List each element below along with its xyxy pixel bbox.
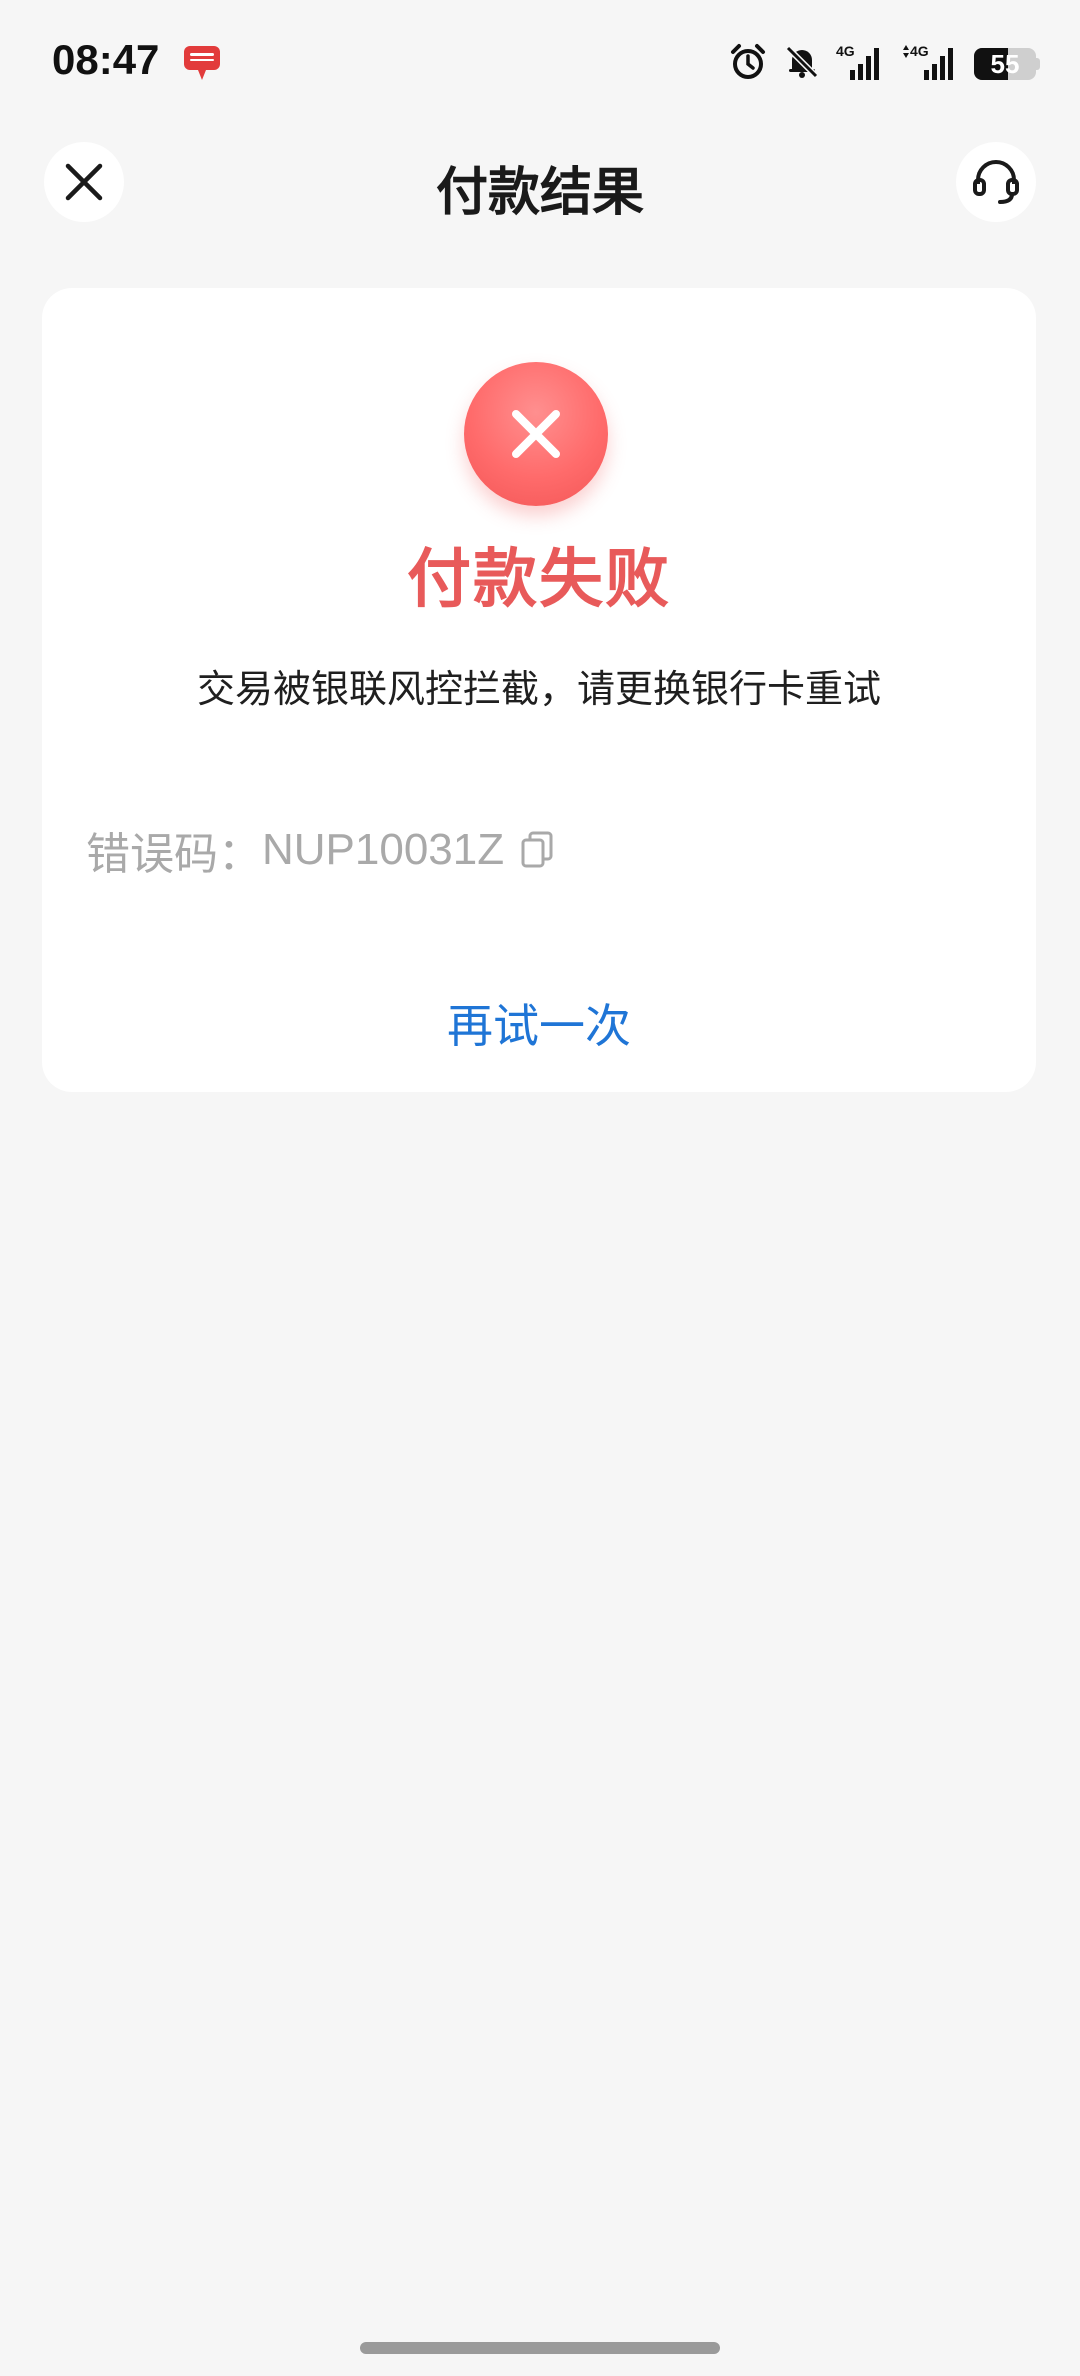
error-code-value: NUP10031Z xyxy=(262,825,505,874)
result-card: 付款失败 交易被银联风控拦截，请更换银行卡重试 错误码： NUP10031Z 再… xyxy=(42,288,1036,1092)
error-code-row: 错误码： NUP10031Z xyxy=(86,820,554,880)
error-code-label: 错误码： xyxy=(86,829,262,880)
copy-icon[interactable] xyxy=(520,830,554,870)
error-x-icon xyxy=(464,362,608,506)
app-notification-icon xyxy=(182,44,222,82)
signal-2-label: 4G xyxy=(910,43,929,59)
customer-service-button[interactable] xyxy=(956,142,1036,222)
signal-4g-icon-2: 4G xyxy=(900,42,960,86)
nav-bar: 付款结果 xyxy=(0,140,1080,230)
signal-1-label: 4G xyxy=(836,43,855,59)
retry-button[interactable]: 再试一次 xyxy=(42,990,1036,1056)
result-message: 交易被银联风控拦截，请更换银行卡重试 xyxy=(196,667,881,711)
status-time: 08:47 xyxy=(52,36,160,83)
mute-bell-icon xyxy=(782,42,822,86)
status-icons: 4G 4G 55 xyxy=(728,40,1040,88)
alarm-icon xyxy=(728,42,768,86)
headset-icon xyxy=(973,160,1019,204)
page-title: 付款结果 xyxy=(435,163,644,223)
battery-icon: 55 xyxy=(974,48,1040,80)
status-bar: 08:47 4G 4G 55 xyxy=(0,0,1080,120)
signal-4g-icon: 4G xyxy=(836,42,886,86)
result-title: 付款失败 xyxy=(407,543,671,617)
battery-level: 55 xyxy=(990,49,1020,79)
home-indicator[interactable] xyxy=(360,2342,720,2354)
